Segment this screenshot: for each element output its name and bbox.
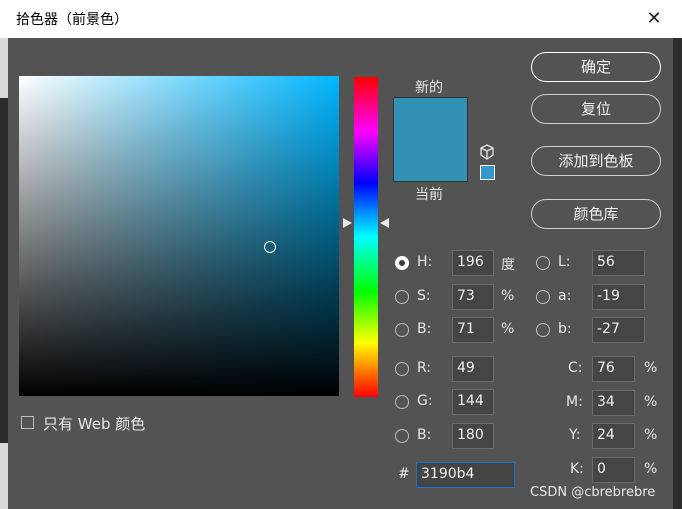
h-label: H: bbox=[417, 254, 433, 270]
c-label: C: bbox=[568, 360, 583, 376]
hsb-b-label: B: bbox=[417, 321, 432, 337]
radio-s[interactable] bbox=[395, 290, 409, 304]
s-input[interactable]: 73 bbox=[452, 284, 494, 310]
k-input[interactable]: 0 bbox=[592, 457, 635, 483]
background-edge-right bbox=[673, 38, 682, 509]
radio-rgb-b[interactable] bbox=[395, 429, 409, 443]
h-input[interactable]: 196 bbox=[452, 250, 494, 276]
s-label: S: bbox=[417, 288, 431, 304]
current-color-swatch[interactable] bbox=[393, 140, 468, 182]
c-input[interactable]: 76 bbox=[592, 356, 635, 382]
m-unit: % bbox=[644, 394, 658, 410]
radio-l[interactable] bbox=[536, 256, 550, 270]
h-unit: 度 bbox=[501, 257, 515, 273]
color-field[interactable] bbox=[19, 76, 339, 396]
a-label: a: bbox=[558, 288, 572, 304]
k-unit: % bbox=[644, 461, 658, 477]
radio-r[interactable] bbox=[395, 362, 409, 376]
web-safe-color-swatch[interactable] bbox=[480, 165, 495, 180]
hex-input[interactable]: 3190b4 bbox=[416, 462, 515, 488]
radio-a[interactable] bbox=[536, 290, 550, 304]
radio-lab-b[interactable] bbox=[536, 323, 550, 337]
m-label: M: bbox=[566, 394, 583, 410]
hex-label: # bbox=[398, 466, 410, 482]
web-colors-only-label: 只有 Web 颜色 bbox=[43, 415, 146, 433]
watermark: CSDN @cbrebrebre bbox=[530, 485, 656, 500]
s-unit: % bbox=[501, 288, 515, 304]
new-color-swatch bbox=[393, 97, 468, 140]
hsb-b-unit: % bbox=[501, 321, 515, 337]
rgb-b-input[interactable]: 180 bbox=[452, 423, 494, 449]
rgb-b-label: B: bbox=[417, 427, 432, 443]
hsb-b-input[interactable]: 71 bbox=[452, 317, 494, 343]
c-unit: % bbox=[644, 360, 658, 376]
new-color-label: 新的 bbox=[415, 80, 443, 96]
k-label: K: bbox=[570, 461, 584, 477]
y-label: Y: bbox=[569, 427, 581, 443]
radio-g[interactable] bbox=[395, 395, 409, 409]
dialog-title: 拾色器（前景色） bbox=[16, 12, 128, 28]
ok-button[interactable]: 确定 bbox=[531, 52, 661, 82]
hue-slider[interactable] bbox=[354, 77, 378, 397]
m-input[interactable]: 34 bbox=[592, 390, 635, 416]
l-label: L: bbox=[558, 254, 571, 270]
hue-slider-handle-right[interactable] bbox=[380, 218, 389, 228]
y-unit: % bbox=[644, 427, 658, 443]
background-edge-dark bbox=[0, 98, 8, 443]
out-of-gamut-cube-icon[interactable] bbox=[479, 144, 495, 160]
color-picker-dialog: 拾色器（前景色） ✕ 新的 当前 确定 复位 添加到色板 颜色库 H: 196 … bbox=[0, 0, 682, 509]
color-field-picker[interactable] bbox=[264, 241, 276, 253]
close-icon[interactable]: ✕ bbox=[640, 5, 668, 33]
radio-h[interactable] bbox=[395, 256, 409, 270]
radio-hsb-b[interactable] bbox=[395, 323, 409, 337]
reset-button[interactable]: 复位 bbox=[531, 94, 661, 124]
y-input[interactable]: 24 bbox=[592, 423, 635, 449]
lab-b-label: b: bbox=[558, 321, 572, 337]
r-label: R: bbox=[417, 360, 432, 376]
r-input[interactable]: 49 bbox=[452, 356, 494, 382]
a-input[interactable]: -19 bbox=[592, 284, 645, 310]
hue-slider-handle-left[interactable] bbox=[343, 218, 352, 228]
web-colors-only-checkbox[interactable] bbox=[21, 416, 34, 429]
title-bar: 拾色器（前景色） ✕ bbox=[0, 0, 682, 38]
g-label: G: bbox=[417, 393, 433, 409]
color-libraries-button[interactable]: 颜色库 bbox=[531, 199, 661, 229]
l-input[interactable]: 56 bbox=[592, 250, 645, 276]
g-input[interactable]: 144 bbox=[452, 389, 494, 415]
add-to-swatches-button[interactable]: 添加到色板 bbox=[531, 146, 661, 176]
current-color-label: 当前 bbox=[415, 187, 443, 203]
background-edge bbox=[0, 38, 8, 509]
lab-b-input[interactable]: -27 bbox=[592, 317, 645, 343]
